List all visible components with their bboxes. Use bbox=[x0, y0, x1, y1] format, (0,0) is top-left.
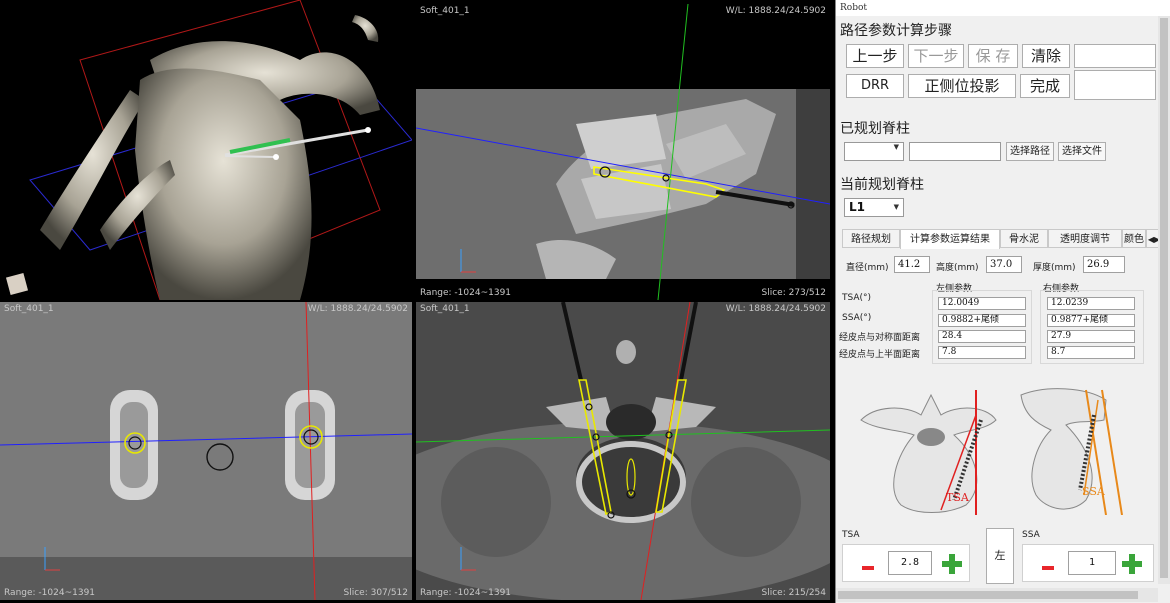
chevron-down-icon: ▼ bbox=[893, 143, 899, 151]
chevron-down-icon: ▼ bbox=[893, 203, 899, 211]
clear-button[interactable]: 清除 bbox=[1022, 44, 1070, 68]
control-panel: Robot 路径参数计算步骤 上一步 下一步 保 存 清除 DRR 正侧位投影 … bbox=[835, 0, 1170, 603]
3d-render bbox=[5, 0, 412, 300]
tsa-minus-button[interactable] bbox=[862, 566, 874, 570]
diameter-label: 直径(mm) bbox=[846, 263, 889, 273]
tab-bar: 路径规划 计算参数运算结果 骨水泥 透明度调节 颜色 ◀▶ bbox=[842, 229, 1162, 249]
3d-view[interactable] bbox=[0, 0, 412, 300]
axial-view[interactable]: Soft_401_1 W/L: 1888.24/24.5902 Range: -… bbox=[416, 302, 830, 600]
row-label-tsa: TSA(°) bbox=[842, 293, 872, 303]
tsa-plus-button[interactable] bbox=[942, 554, 962, 574]
row-label-ssa: SSA(°) bbox=[842, 313, 872, 323]
select-path-button[interactable]: 选择路径 bbox=[1006, 142, 1054, 161]
tab-bone-cement[interactable]: 骨水泥 bbox=[1000, 229, 1048, 248]
ssa-minus-button[interactable] bbox=[1042, 566, 1054, 570]
current-spine-value: L1 bbox=[849, 200, 865, 214]
prev-step-button[interactable]: 上一步 bbox=[846, 44, 904, 68]
diameter-field[interactable]: 41.2 bbox=[894, 256, 930, 273]
select-file-button[interactable]: 选择文件 bbox=[1058, 142, 1106, 161]
tsa-label: TSA bbox=[842, 530, 860, 540]
ssa-plus-button[interactable] bbox=[1122, 554, 1142, 574]
range-label: Range: -1024~1391 bbox=[4, 588, 96, 598]
vertebra-diagram: TSA SSA bbox=[860, 388, 1123, 515]
coronal-view[interactable]: Soft_401_1 W/L: 1888.24/24.5902 Range: -… bbox=[0, 302, 412, 600]
side-button[interactable]: 左 bbox=[986, 528, 1014, 584]
tab-path-planning[interactable]: 路径规划 bbox=[842, 229, 900, 248]
finish-button[interactable]: 完成 bbox=[1020, 74, 1070, 98]
height-label: 高度(mm) bbox=[936, 263, 979, 273]
row-label-symmetry-distance: 经皮点与对称面距离 bbox=[839, 333, 921, 343]
tab-transparency[interactable]: 透明度调节 bbox=[1048, 229, 1122, 248]
view-name: Soft_401_1 bbox=[420, 304, 470, 314]
planned-spine-select[interactable]: ▼ bbox=[844, 142, 904, 161]
range-label: Range: -1024~1391 bbox=[420, 588, 512, 598]
blank-button-2[interactable] bbox=[1074, 70, 1156, 100]
ssa-diagram: SSA bbox=[1020, 388, 1123, 515]
next-step-button[interactable]: 下一步 bbox=[908, 44, 964, 68]
blank-button-1[interactable] bbox=[1074, 44, 1156, 68]
right-upper-field[interactable]: 8.7 bbox=[1047, 346, 1135, 359]
right-symmetry-field[interactable]: 27.9 bbox=[1047, 330, 1135, 343]
tsa-diagram: TSA bbox=[860, 390, 997, 515]
view-name: Soft_401_1 bbox=[4, 304, 54, 314]
tsa-field[interactable]: 2.8 bbox=[888, 551, 932, 575]
projection-button[interactable]: 正侧位投影 bbox=[908, 74, 1016, 98]
horizontal-scrollbar[interactable] bbox=[836, 588, 1158, 602]
path-input[interactable] bbox=[909, 142, 1001, 161]
sagittal-image bbox=[416, 4, 830, 300]
slice-label: Slice: 215/254 bbox=[761, 588, 826, 598]
ssa-diagram-label: SSA bbox=[1082, 485, 1106, 498]
view-name: Soft_401_1 bbox=[420, 6, 470, 16]
ssa-label: SSA bbox=[1022, 530, 1040, 540]
tab-color[interactable]: 颜色 bbox=[1122, 229, 1146, 248]
right-tsa-field[interactable]: 12.0239 bbox=[1047, 297, 1135, 310]
thickness-label: 厚度(mm) bbox=[1033, 263, 1076, 273]
axial-image bbox=[416, 302, 830, 600]
tab-calculation-results[interactable]: 计算参数运算结果 bbox=[900, 229, 1000, 249]
slice-label: Slice: 273/512 bbox=[761, 288, 826, 298]
left-upper-field[interactable]: 7.8 bbox=[938, 346, 1026, 359]
right-ssa-field[interactable]: 0.9877+尾倾 bbox=[1047, 314, 1135, 327]
coronal-image bbox=[0, 302, 412, 600]
window-level: W/L: 1888.24/24.5902 bbox=[725, 6, 826, 16]
sagittal-view[interactable]: Soft_401_1 W/L: 1888.24/24.5902 Range: -… bbox=[416, 4, 830, 300]
slice-label: Slice: 307/512 bbox=[343, 588, 408, 598]
drr-button[interactable]: DRR bbox=[846, 74, 904, 98]
vertical-scrollbar[interactable] bbox=[1158, 16, 1170, 584]
horizontal-scrollbar-thumb[interactable] bbox=[838, 591, 1138, 599]
height-field[interactable]: 37.0 bbox=[986, 256, 1022, 273]
scrollbar-thumb[interactable] bbox=[1160, 18, 1168, 578]
left-tsa-field[interactable]: 12.0049 bbox=[938, 297, 1026, 310]
tsa-diagram-label: TSA bbox=[946, 491, 970, 504]
current-spine-heading: 当前规划脊柱 bbox=[840, 177, 924, 193]
window-title: Robot bbox=[836, 0, 1170, 16]
steps-heading: 路径参数计算步骤 bbox=[840, 23, 952, 39]
range-label: Range: -1024~1391 bbox=[420, 288, 512, 298]
left-symmetry-field[interactable]: 28.4 bbox=[938, 330, 1026, 343]
row-label-upper-distance: 经皮点与上半面距离 bbox=[839, 350, 921, 360]
thickness-field[interactable]: 26.9 bbox=[1083, 256, 1125, 273]
left-ssa-field[interactable]: 0.9882+尾倾 bbox=[938, 314, 1026, 327]
ssa-field[interactable]: 1 bbox=[1068, 551, 1116, 575]
save-button[interactable]: 保 存 bbox=[968, 44, 1018, 68]
window-level: W/L: 1888.24/24.5902 bbox=[307, 304, 408, 314]
current-spine-select[interactable]: L1 ▼ bbox=[844, 198, 904, 217]
planned-spine-heading: 已规划脊柱 bbox=[840, 121, 910, 137]
window-level: W/L: 1888.24/24.5902 bbox=[725, 304, 826, 314]
